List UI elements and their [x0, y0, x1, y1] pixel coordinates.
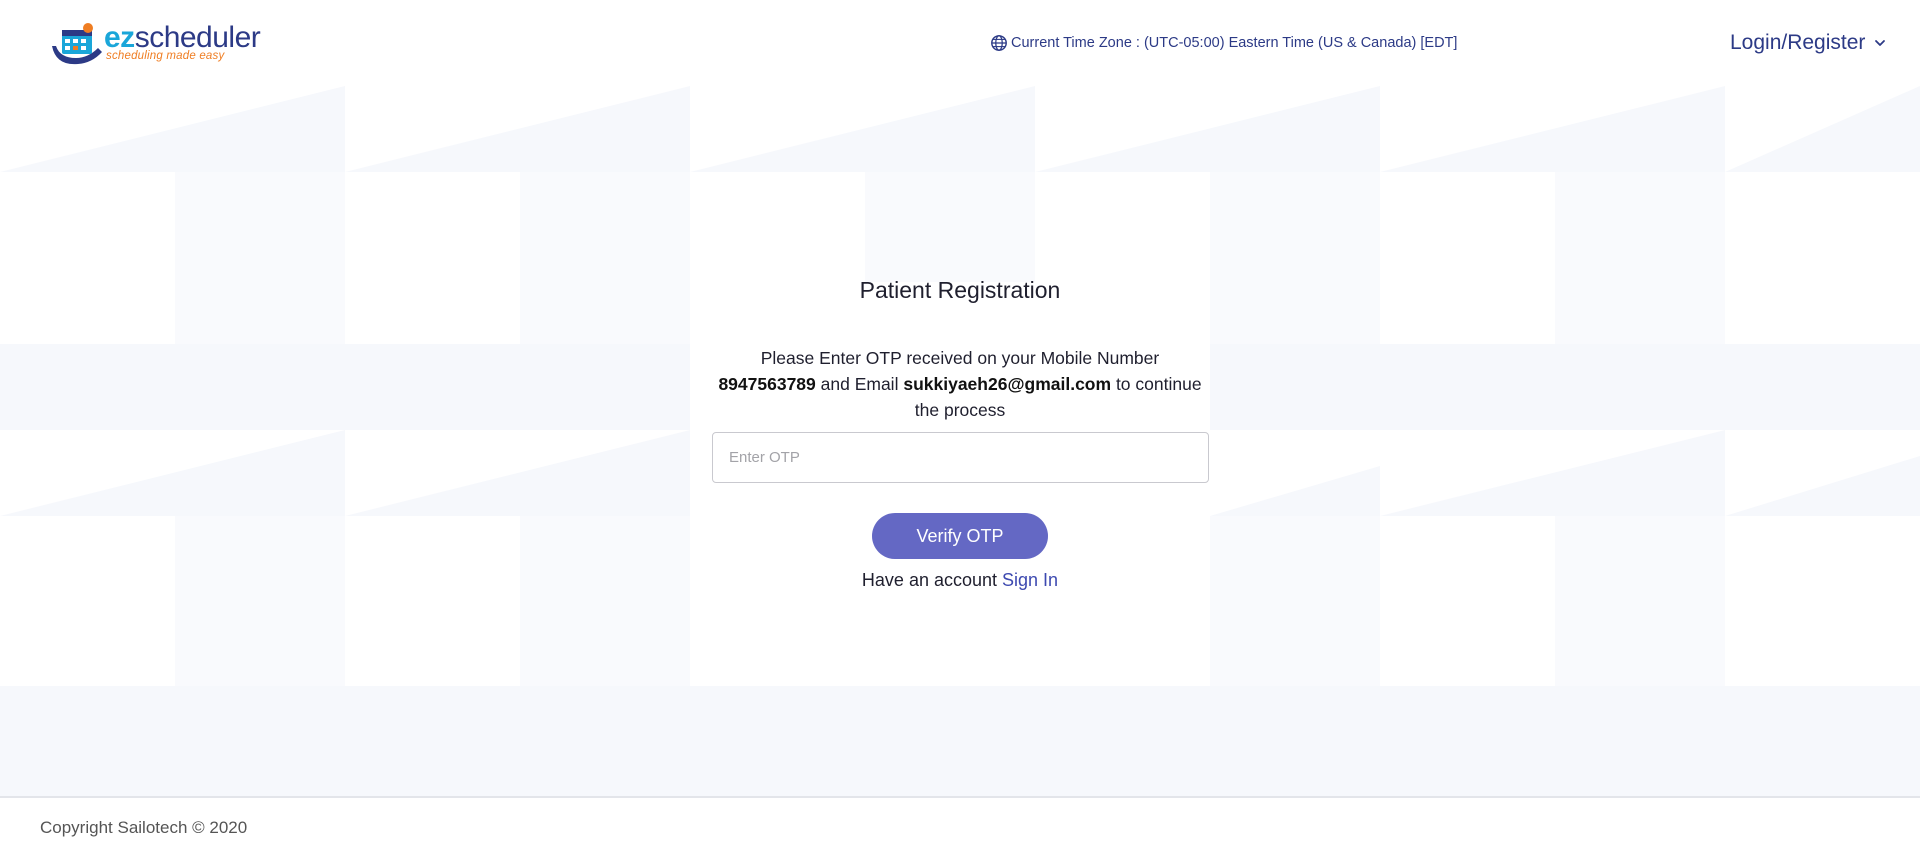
page-title: Patient Registration [859, 277, 1061, 303]
calendar-logo-icon [52, 23, 102, 65]
otp-message-prefix: Please Enter OTP received on your Mobile… [760, 348, 1160, 368]
signin-prompt: Have an account Sign In [660, 570, 1260, 591]
otp-instructions: Please Enter OTP received on your Mobile… [710, 345, 1210, 423]
timezone-indicator: Current Time Zone : (UTC-05:00) Eastern … [990, 32, 1457, 54]
otp-input[interactable] [712, 432, 1209, 483]
brand-logo[interactable]: ezscheduler scheduling made easy [48, 18, 268, 68]
mobile-number: 8947563789 [718, 374, 816, 394]
globe-icon [991, 35, 1007, 51]
login-register-menu[interactable]: Login/Register [1730, 28, 1887, 58]
verify-otp-button[interactable]: Verify OTP [872, 513, 1048, 559]
otp-message-middle: and Email [820, 374, 899, 394]
chevron-down-icon [1875, 40, 1886, 46]
top-header: ezscheduler scheduling made easy Current… [0, 0, 1920, 86]
copyright-text: Copyright Sailotech © 2020 [40, 818, 248, 837]
account-prompt-text: Have an account [861, 570, 998, 590]
brand-tagline: scheduling made easy [106, 50, 225, 62]
timezone-text: Current Time Zone : (UTC-05:00) Eastern … [1011, 35, 1458, 51]
page-footer: Copyright Sailotech © 2020 [0, 796, 1920, 860]
login-register-label: Login/Register [1730, 31, 1866, 54]
signin-link[interactable]: Sign In [1002, 570, 1058, 590]
registration-form: Patient Registration Please Enter OTP re… [660, 265, 1260, 605]
email-address: sukkiyaeh26@gmail.com [903, 374, 1112, 394]
